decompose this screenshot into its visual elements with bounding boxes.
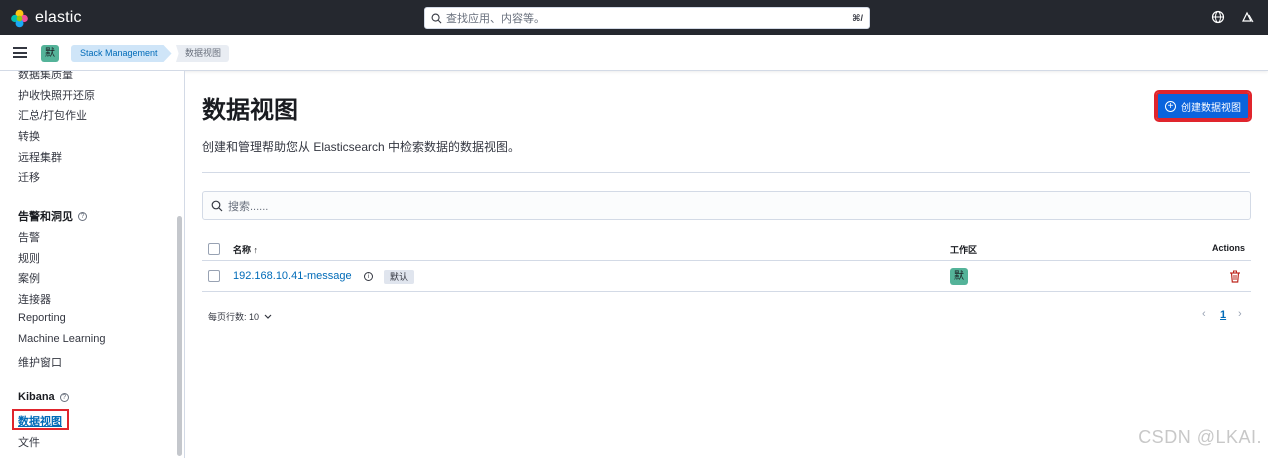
elastic-logo-icon <box>11 9 28 27</box>
sidebar-scrollbar[interactable] <box>177 216 182 456</box>
sidebar-item-transforms[interactable]: 转换 <box>18 128 40 144</box>
help-icon[interactable]: ? <box>59 392 69 402</box>
global-search-placeholder: 查找应用、内容等。 <box>446 13 545 25</box>
sidebar-item-migrate[interactable]: 迁移 <box>18 169 40 185</box>
sidebar-item-remote-clusters[interactable]: 远程集群 <box>18 149 62 165</box>
sidebar-item-reporting[interactable]: Reporting <box>18 312 66 324</box>
divider <box>202 172 1250 173</box>
sidebar-group-alerts-insights: 告警和洞见 ? <box>18 208 87 224</box>
table-row-divider <box>202 291 1251 292</box>
sidebar-group-kibana: Kibana ? <box>18 391 69 403</box>
column-header-actions: Actions <box>1212 243 1246 253</box>
sidebar-item-files[interactable]: 文件 <box>18 434 40 450</box>
page-description: 创建和管理帮助您从 Elasticsearch 中检索数据的数据视图。 <box>202 140 521 154</box>
next-page-button[interactable]: › <box>1238 308 1242 320</box>
row-checkbox[interactable] <box>208 270 220 282</box>
elastic-logo[interactable]: elastic <box>10 7 82 29</box>
search-placeholder: 搜索...... <box>228 200 269 213</box>
sidebar-item-data-views[interactable]: 数据视图 <box>18 413 62 429</box>
space-avatar[interactable]: 默 <box>41 45 59 62</box>
data-view-search-input[interactable]: 搜索...... <box>202 191 1251 220</box>
create-data-view-button[interactable]: + 创建数据视图 <box>1154 90 1252 122</box>
newsfeed-icon[interactable] <box>1240 10 1254 24</box>
global-search-input[interactable]: 查找应用、内容等。 ⌘/ <box>424 7 870 29</box>
sidebar-item-rollup-jobs[interactable]: 汇总/打包作业 <box>18 107 87 123</box>
brand-name: elastic <box>35 9 82 26</box>
rows-per-page-select[interactable]: 每页行数: 10 <box>208 310 273 323</box>
rows-per-page-label: 每页行数: 10 <box>208 312 260 322</box>
column-header-name-label: 名称 <box>233 245 252 255</box>
table-header-divider <box>202 260 1251 261</box>
page-1-button[interactable]: 1 <box>1220 309 1226 321</box>
column-header-workspace: 工作区 <box>950 245 978 255</box>
sidebar-item-alerts[interactable]: 告警 <box>18 229 40 245</box>
sidebar-item-dataset-quality[interactable]: 数据集质量 <box>18 71 73 82</box>
breadcrumb-data-views: 数据视图 <box>176 45 230 62</box>
default-badge: 默认 <box>384 270 415 284</box>
search-icon <box>431 13 442 23</box>
create-data-view-label: 创建数据视图 <box>1181 102 1241 114</box>
info-icon[interactable]: i <box>364 272 373 281</box>
breadcrumb-stack-management[interactable]: Stack Management <box>71 45 172 62</box>
sidebar-group-title: 告警和洞见 <box>18 211 73 223</box>
sidebar-item-maintenance-windows[interactable]: 维护窗口 <box>18 354 62 370</box>
sort-ascending-icon: ↑ <box>253 245 259 255</box>
main-content: 数据视图 + 创建数据视图 创建和管理帮助您从 Elasticsearch 中检… <box>186 72 1268 458</box>
column-header-name[interactable]: 名称 ↑ <box>233 243 258 256</box>
sidebar-group-title: Kibana <box>18 391 55 403</box>
workspace-avatar[interactable]: 默 <box>950 268 968 285</box>
sidebar-item-cases[interactable]: 案例 <box>18 270 40 286</box>
breadcrumb-bar: 默 Stack Management 数据视图 <box>0 35 1268 71</box>
chevron-down-icon <box>264 314 272 319</box>
watermark-text: CSDN @LKAI. <box>1138 427 1262 447</box>
hamburger-menu-icon[interactable] <box>13 47 27 58</box>
page-title: 数据视图 <box>202 97 298 124</box>
data-view-link[interactable]: 192.168.10.41-message <box>233 270 352 282</box>
help-globe-icon[interactable] <box>1211 10 1225 24</box>
search-icon <box>211 200 223 211</box>
management-sidebar: 数据集质量 护收快照开还原 汇总/打包作业 转换 远程集群 迁移 告警和洞见 ?… <box>0 71 185 458</box>
sidebar-item-rules[interactable]: 规则 <box>18 250 40 266</box>
sidebar-item-connectors[interactable]: 连接器 <box>18 291 51 307</box>
sidebar-item-snapshot-restore[interactable]: 护收快照开还原 <box>18 87 95 103</box>
sidebar-item-machine-learning[interactable]: Machine Learning <box>18 333 105 345</box>
delete-trash-icon[interactable] <box>1229 270 1241 283</box>
header-bar: elastic 查找应用、内容等。 ⌘/ <box>0 0 1268 35</box>
plus-circle-icon: + <box>1165 100 1176 112</box>
select-all-checkbox[interactable] <box>208 243 220 255</box>
keyboard-shortcut-hint: ⌘/ <box>852 12 863 23</box>
previous-page-button[interactable]: ‹ <box>1202 308 1206 320</box>
help-icon[interactable]: ? <box>78 211 87 221</box>
